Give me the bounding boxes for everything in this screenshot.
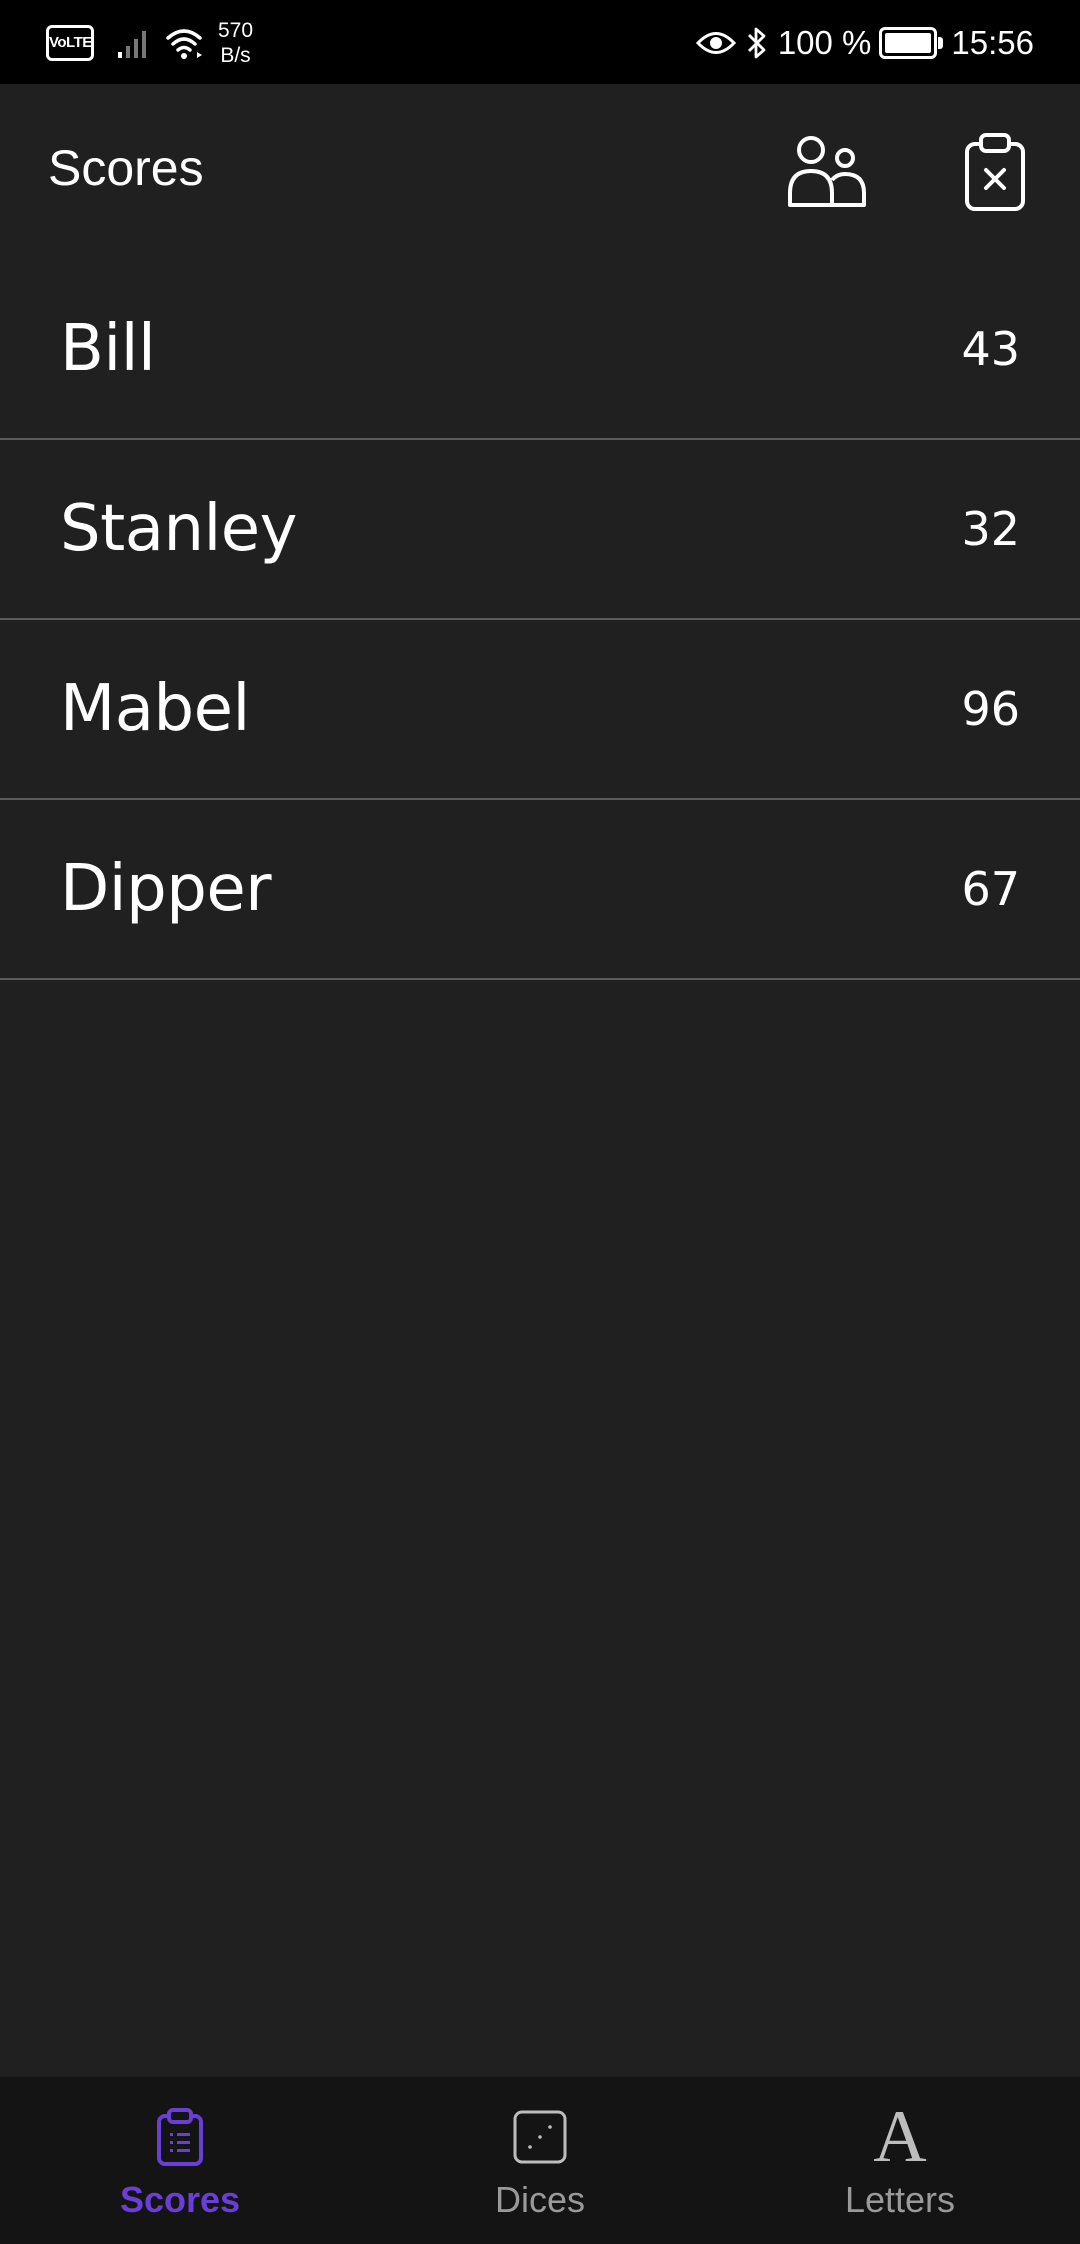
net-speed: 570 B/s [218, 18, 253, 68]
nav-label: Letters [844, 2179, 956, 2220]
players-button[interactable] [780, 124, 876, 220]
app-bar: Scores [0, 84, 1080, 260]
wifi-icon [166, 29, 202, 59]
score-row-stanley[interactable]: Stanley 32 [0, 440, 1080, 620]
player-score: 43 [961, 322, 1020, 376]
status-bar: VoLTE 570 B/s 100 % 15:56 [0, 0, 1080, 84]
score-row-bill[interactable]: Bill 43 [0, 260, 1080, 440]
player-score: 32 [961, 502, 1020, 556]
player-name: Mabel [60, 672, 250, 746]
score-list: Bill 43 Stanley 32 Mabel 96 Dipper 67 [0, 260, 1080, 980]
player-name: Stanley [60, 492, 298, 566]
score-row-dipper[interactable]: Dipper 67 [0, 800, 1080, 980]
letter-a-icon: A [868, 2096, 932, 2178]
battery-percent: 100 % [777, 24, 872, 61]
net-speed-unit: B/s [220, 44, 251, 67]
nav-label: Dices [494, 2179, 586, 2220]
status-bar-right: 100 % 15:56 [686, 16, 1034, 70]
signal-icon [118, 31, 146, 58]
player-name: Dipper [60, 852, 272, 926]
nav-item-scores[interactable]: Scores [0, 2077, 360, 2244]
dice-icon [508, 2105, 572, 2169]
clear-scores-button[interactable] [947, 124, 1043, 220]
letter-glyph: A [873, 2096, 927, 2178]
bottom-navigation: Scores Dices A Letters [0, 2077, 1080, 2244]
score-row-mabel[interactable]: Mabel 96 [0, 620, 1080, 800]
volte-icon: VoLTE [46, 25, 94, 61]
page-title: Scores [48, 140, 204, 196]
eye-icon [695, 32, 736, 54]
clipboard-list-icon [148, 2105, 212, 2169]
player-score: 67 [961, 862, 1020, 916]
battery-icon [879, 27, 944, 59]
bluetooth-icon [747, 27, 766, 59]
net-speed-value: 570 [218, 19, 254, 42]
nav-item-dices[interactable]: Dices [360, 2077, 720, 2244]
nav-item-letters[interactable]: A Letters [720, 2077, 1080, 2244]
player-score: 96 [961, 682, 1020, 736]
clock: 15:56 [951, 24, 1034, 61]
status-bar-left: VoLTE 570 B/s [46, 18, 253, 68]
nav-label: Scores [119, 2179, 241, 2220]
clipboard-x-icon [965, 133, 1025, 211]
player-name: Bill [60, 312, 156, 386]
people-icon [788, 136, 866, 207]
